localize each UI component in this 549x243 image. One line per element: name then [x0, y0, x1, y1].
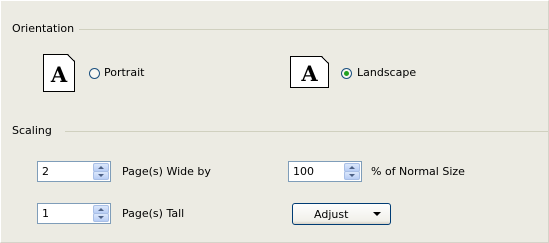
percent-down-button[interactable] — [344, 171, 360, 180]
pages-tall-down-button[interactable] — [93, 213, 109, 222]
landscape-label[interactable]: Landscape — [357, 66, 416, 79]
chevron-down-icon — [98, 216, 104, 219]
adjust-dropdown-button[interactable]: Adjust — [292, 203, 391, 225]
pages-wide-down-button[interactable] — [93, 171, 109, 180]
pages-wide-label: Page(s) Wide by — [122, 165, 211, 178]
percent-spinner[interactable]: 100 — [288, 161, 362, 182]
landscape-radio[interactable] — [341, 68, 352, 79]
scaling-group-divider — [65, 131, 548, 132]
portrait-label[interactable]: Portrait — [104, 66, 144, 79]
percent-value[interactable]: 100 — [293, 165, 314, 178]
chevron-up-icon — [349, 166, 355, 169]
portrait-page-icon: A — [43, 54, 75, 92]
chevron-up-icon — [98, 166, 104, 169]
chevron-down-icon — [349, 174, 355, 177]
pages-tall-value[interactable]: 1 — [42, 207, 49, 220]
pages-wide-spinner[interactable]: 2 — [37, 161, 111, 182]
pages-tall-label: Page(s) Tall — [122, 207, 185, 220]
pages-tall-spinner[interactable]: 1 — [37, 203, 111, 224]
radio-selected-dot — [344, 71, 349, 76]
pages-wide-value[interactable]: 2 — [42, 165, 49, 178]
landscape-page-icon: A — [290, 56, 329, 88]
adjust-label: Adjust — [314, 208, 349, 221]
chevron-down-icon — [373, 212, 381, 216]
page-setup-panel: Orientation A Portrait A Landscape Scali… — [0, 0, 549, 243]
orientation-group-title: Orientation — [12, 22, 80, 35]
percent-label: % of Normal Size — [371, 165, 465, 178]
chevron-up-icon — [98, 208, 104, 211]
portrait-radio[interactable] — [89, 68, 100, 79]
scaling-group-title: Scaling — [12, 124, 57, 137]
chevron-down-icon — [98, 174, 104, 177]
orientation-group-divider — [79, 29, 548, 30]
